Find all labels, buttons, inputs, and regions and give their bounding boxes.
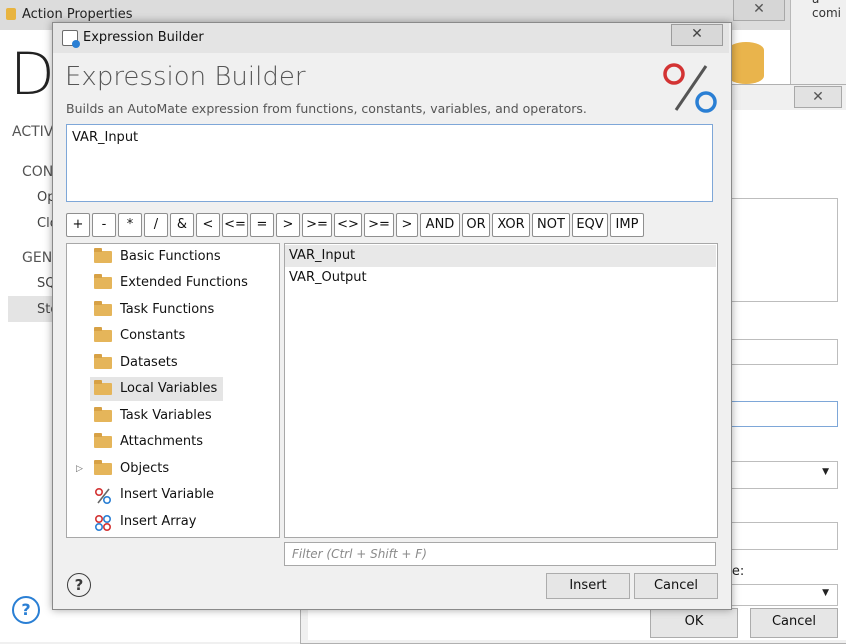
properties-field-3[interactable] bbox=[720, 522, 838, 550]
action-properties-close-button[interactable]: ✕ bbox=[733, 0, 785, 21]
background-cancel-button[interactable]: Cancel bbox=[750, 608, 838, 638]
ok-button[interactable]: OK bbox=[650, 608, 738, 638]
bg-section-general: GEN bbox=[22, 250, 53, 266]
tree-item-constants[interactable]: Constants bbox=[90, 324, 191, 348]
insert-button[interactable]: Insert bbox=[546, 573, 630, 599]
chevron-down-icon: ▼ bbox=[822, 588, 829, 598]
list-item-var-output[interactable]: VAR_Output bbox=[285, 267, 716, 289]
background-top-right-text: a comi bbox=[812, 0, 841, 20]
operator-multiply-button[interactable]: * bbox=[118, 213, 142, 237]
operator-minus-button[interactable]: - bbox=[92, 213, 116, 237]
bg-section-connection: CON bbox=[22, 164, 54, 180]
operator-equal-button[interactable]: = bbox=[250, 213, 274, 237]
properties-dialog-close-button[interactable]: ✕ bbox=[794, 86, 842, 108]
operator-xor-button[interactable]: XOR bbox=[492, 213, 530, 237]
tree-item-label: Basic Functions bbox=[120, 249, 221, 264]
database-icon bbox=[728, 42, 764, 84]
properties-field-1[interactable] bbox=[720, 339, 838, 365]
insert-variable-icon bbox=[94, 487, 112, 505]
help-icon[interactable]: ? bbox=[67, 573, 91, 597]
tree-item-label: Datasets bbox=[120, 355, 178, 370]
tree-item-label: Objects bbox=[120, 461, 170, 476]
folder-icon bbox=[94, 380, 112, 395]
operator-greater-button[interactable]: > bbox=[276, 213, 300, 237]
tree-item-task-variables[interactable]: Task Variables bbox=[90, 404, 218, 428]
operator-not-button[interactable]: NOT bbox=[532, 213, 570, 237]
properties-dropdown-2[interactable]: ▼ bbox=[720, 584, 838, 606]
folder-icon bbox=[94, 433, 112, 448]
tree-item-label: Local Variables bbox=[120, 381, 218, 396]
operator-divide-button[interactable]: / bbox=[144, 213, 168, 237]
operator-less-equal-button[interactable]: <= bbox=[222, 213, 248, 237]
tree-item-label: Task Functions bbox=[120, 302, 215, 317]
tree-item-insert-variable[interactable]: Insert Variable bbox=[90, 483, 220, 507]
page-title: Expression Builder bbox=[65, 62, 306, 92]
dialog-description: Builds an AutoMate expression from funct… bbox=[66, 101, 587, 116]
expression-builder-icon bbox=[62, 30, 80, 48]
folder-icon bbox=[94, 354, 112, 369]
folder-icon bbox=[94, 327, 112, 342]
folder-icon bbox=[94, 407, 112, 422]
expand-arrow-icon[interactable]: ▷ bbox=[76, 457, 83, 481]
operator-less-button[interactable]: < bbox=[196, 213, 220, 237]
app-icon bbox=[6, 8, 16, 20]
operator-and-button[interactable]: AND bbox=[420, 213, 460, 237]
dialog-title: Expression Builder bbox=[83, 30, 204, 45]
action-properties-title: Action Properties bbox=[22, 7, 133, 22]
tree-item-extended-functions[interactable]: Extended Functions bbox=[90, 271, 254, 295]
tree-item-insert-array[interactable]: Insert Array bbox=[90, 510, 202, 534]
operator-greater-button-2[interactable]: > bbox=[396, 213, 418, 237]
tree-item-local-variables[interactable]: Local Variables bbox=[90, 377, 224, 401]
insert-array-icon bbox=[94, 514, 112, 532]
bg-help-icon[interactable]: ? bbox=[12, 596, 40, 624]
operator-greater-equal-button-2[interactable]: >= bbox=[364, 213, 394, 237]
tree-item-label: Attachments bbox=[120, 434, 203, 449]
tree-item-label: Constants bbox=[120, 328, 186, 343]
operator-imp-button[interactable]: IMP bbox=[610, 213, 644, 237]
operator-not-equal-button[interactable]: <> bbox=[334, 213, 362, 237]
tree-item-label: Task Variables bbox=[120, 408, 212, 423]
list-item-var-input[interactable]: VAR_Input bbox=[285, 245, 716, 267]
tree-item-attachments[interactable]: Attachments bbox=[90, 430, 209, 454]
folder-icon bbox=[94, 248, 112, 263]
operator-plus-button[interactable]: + bbox=[66, 213, 90, 237]
tree-item-objects[interactable]: ▷ Objects bbox=[76, 457, 175, 481]
properties-dropdown-1[interactable]: ▼ bbox=[720, 461, 838, 489]
folder-icon bbox=[94, 301, 112, 316]
expression-input[interactable]: VAR_Input bbox=[66, 124, 713, 202]
tree-item-task-functions[interactable]: Task Functions bbox=[90, 298, 220, 322]
folder-icon bbox=[94, 460, 112, 475]
close-button[interactable]: ✕ bbox=[671, 24, 723, 46]
bg-section-activity: ACTIV bbox=[12, 124, 54, 140]
expression-text: VAR_Input bbox=[72, 130, 139, 145]
tree-item-label: Insert Array bbox=[120, 514, 197, 529]
percent-logo-icon bbox=[663, 63, 717, 113]
tree-item-basic-functions[interactable]: Basic Functions bbox=[90, 245, 227, 269]
operator-or-button[interactable]: OR bbox=[462, 213, 490, 237]
folder-icon bbox=[94, 274, 112, 289]
properties-field-2[interactable] bbox=[720, 401, 838, 427]
cancel-button[interactable]: Cancel bbox=[634, 573, 718, 599]
filter-input[interactable]: Filter (Ctrl + Shift + F) bbox=[284, 542, 716, 566]
tree-item-label: Insert Variable bbox=[120, 487, 215, 502]
tree-item-datasets[interactable]: Datasets bbox=[90, 351, 184, 375]
operator-concat-button[interactable]: & bbox=[170, 213, 194, 237]
chevron-down-icon: ▼ bbox=[822, 467, 829, 477]
tree-item-label: Extended Functions bbox=[120, 275, 248, 290]
operator-eqv-button[interactable]: EQV bbox=[572, 213, 608, 237]
properties-text-area[interactable] bbox=[720, 198, 838, 302]
operator-greater-equal-button[interactable]: >= bbox=[302, 213, 332, 237]
